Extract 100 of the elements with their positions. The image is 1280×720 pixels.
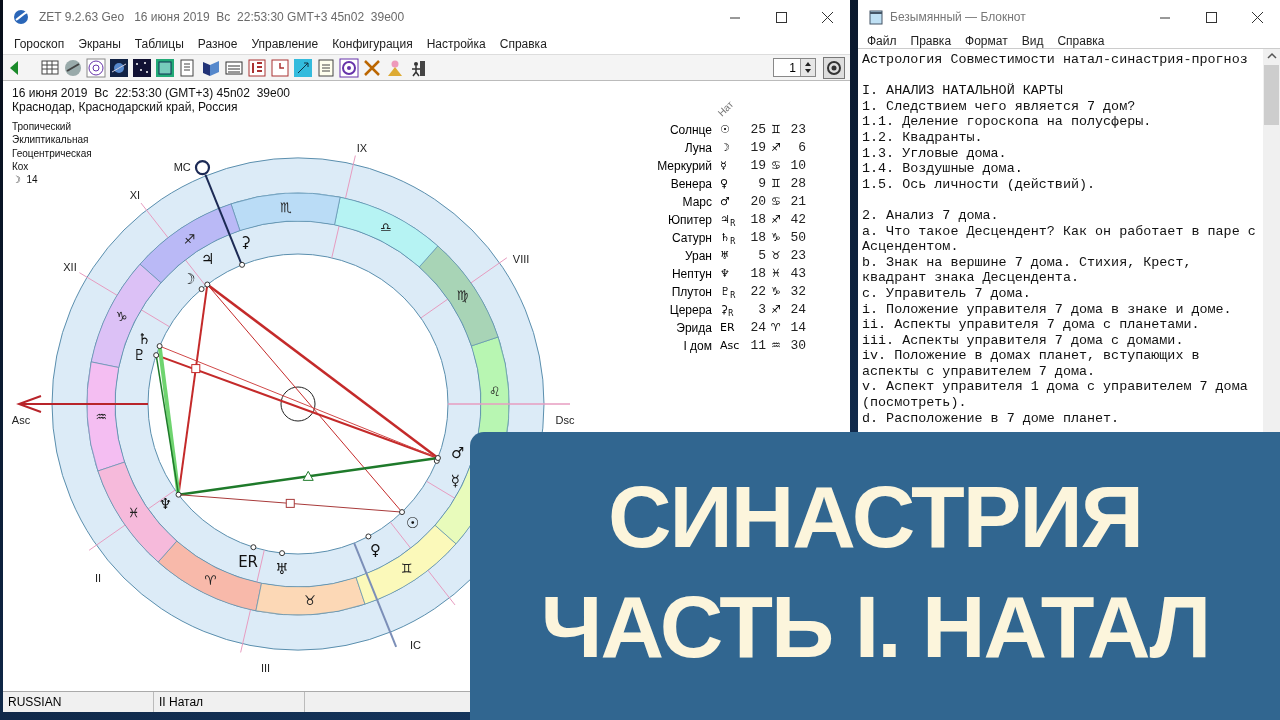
square-aspect-icon	[191, 364, 201, 374]
tools-icon[interactable]	[362, 57, 382, 78]
menu-item[interactable]: Экраны	[71, 37, 128, 51]
minutes-text: 24	[789, 302, 806, 318]
close-icon[interactable]	[819, 9, 835, 25]
text-line: d. Расположение в 7 доме планет.	[862, 410, 1121, 427]
house-label: VIII	[512, 253, 530, 266]
house-label: IX	[356, 141, 368, 154]
calendar-icon[interactable]	[247, 57, 267, 78]
minutes-text: 50	[789, 230, 806, 246]
zodiac-sign: ♍	[456, 287, 469, 303]
degrees-text: 25	[749, 122, 766, 138]
map-icon[interactable]	[155, 57, 175, 78]
planet-name: Венера	[669, 176, 713, 192]
text-line: b. Знак на вершине 7 дома. Стихия, Крест,	[862, 254, 1193, 271]
text-line: 1.5. Ось личности (действий).	[862, 176, 1097, 193]
menu-item[interactable]: Гороскоп	[7, 37, 72, 51]
house-label: II	[94, 571, 102, 584]
house-label: XII	[63, 261, 77, 273]
text-line: квадрант знака Десцендента.	[862, 270, 1080, 286]
house-label: MC	[173, 160, 191, 173]
menu-item[interactable]: Конфигурация	[325, 37, 420, 51]
minutes-text: 23	[789, 248, 806, 264]
sign-symbol: ♐	[770, 302, 782, 318]
back-arrow-icon[interactable]	[8, 58, 20, 77]
spinner-icon[interactable]	[800, 59, 815, 76]
planet-symbol: ☽	[719, 140, 731, 156]
minutes-text: 14	[789, 320, 806, 336]
menu-item[interactable]: Настройка	[419, 37, 493, 51]
menu-item[interactable]: Файл	[867, 34, 897, 48]
degrees-text: 9	[757, 176, 766, 192]
maximize-icon[interactable]	[1203, 9, 1219, 25]
planet-symbol: ♀	[369, 540, 381, 559]
zodiac-sign: ♊	[400, 560, 413, 576]
degrees-text: 22	[749, 284, 766, 300]
clock-icon[interactable]	[270, 57, 290, 78]
text-line: 1.4. Воздушные дома.	[862, 161, 1024, 177]
date-text: 16 июня 2019 Вс 22:53:30 (GMT+3) 45n02 39e00	[12, 86, 290, 100]
menu-item[interactable]: Таблицы	[127, 37, 191, 51]
degrees-text: 18	[749, 266, 766, 282]
sign-symbol: ♊	[770, 122, 782, 138]
planet-point	[365, 533, 372, 540]
table-icon[interactable]	[40, 57, 60, 78]
resize-icon[interactable]	[293, 57, 313, 78]
planet-point	[239, 261, 246, 268]
sign-symbol: ♐	[770, 140, 782, 156]
house-label: IC	[410, 638, 421, 651]
window-title: Безымянный — Блокнот	[890, 10, 1027, 24]
planet-point	[153, 352, 160, 359]
text-line: ii. Аспекты управителя 7 дома с планетами.	[862, 317, 1201, 333]
window-title: ZET 9.2.63 Geo 16 июня 2019 Вс 22:53:30 GMT+3 45n02 39e00	[39, 10, 406, 24]
count-field[interactable]: 1	[773, 58, 816, 77]
text-line: аспекты с управителем 7 дома.	[862, 363, 1097, 380]
scrollbar-thumb[interactable]	[1264, 65, 1279, 125]
planet-symbol: ☿	[450, 471, 460, 490]
planet-symbol: ♇	[132, 346, 146, 365]
minutes-text: 30	[789, 338, 806, 354]
text-line: v. Аспект управителя 1 дома с управителем 7 дома	[862, 379, 1249, 396]
text-line: iii. Аспекты управителя 7 дома с домами.	[862, 332, 1185, 349]
menu-item[interactable]: Правка	[910, 34, 952, 48]
zodiac-sign: ♏	[280, 199, 292, 215]
ring-icon[interactable]	[339, 57, 359, 78]
menu-item[interactable]: Справка	[1057, 34, 1105, 48]
scrollbar[interactable]	[1263, 49, 1280, 432]
text-line: 1.3. Угловые дома.	[862, 145, 1008, 162]
wheel-icon[interactable]	[86, 57, 106, 78]
zodiac-sign: ♓	[127, 505, 140, 521]
planet-symbol: ⚳$_{R}$	[719, 302, 735, 318]
close-icon[interactable]	[1249, 9, 1265, 25]
planet-symbol: ☽	[182, 269, 196, 288]
planet-name: Юпитер	[666, 212, 713, 228]
planet-symbol: ♅	[275, 560, 289, 579]
degrees-text: 24	[749, 320, 766, 336]
minutes-text: 32	[789, 284, 806, 300]
minutes-text: 42	[789, 212, 806, 228]
degrees-text: 19	[749, 158, 766, 174]
planet-name: Сатурн	[671, 230, 713, 246]
globe-icon[interactable]	[63, 57, 83, 78]
text-line: 1. Следствием чего является 7 дом?	[862, 98, 1137, 115]
star-map-icon[interactable]	[132, 57, 152, 78]
menu-item[interactable]: Управление	[244, 37, 326, 51]
planet-symbol: ER	[719, 320, 736, 336]
sign-symbol: ♋	[770, 194, 782, 210]
planet-symbol: ☉	[405, 513, 420, 532]
house-label: Asc	[11, 414, 31, 426]
sign-symbol: ♑	[770, 230, 782, 246]
menu-item[interactable]: Разное	[190, 37, 245, 51]
planet-icon[interactable]	[109, 57, 129, 78]
menu-item[interactable]: Формат	[965, 34, 1008, 48]
house-label: XI	[129, 189, 141, 202]
planet-symbol: ♀	[719, 176, 730, 192]
planet-symbol: ♇$_{R}$	[719, 284, 737, 300]
zodiac-sign: ♒	[95, 408, 108, 424]
setting-text: ☽ 14	[12, 173, 38, 187]
planet-symbol: ♄$_{R}$	[719, 230, 737, 246]
menu-item[interactable]: Вид	[1021, 34, 1044, 48]
text-line: I. АНАЛИЗ НАТАЛЬНОЙ КАРТЫ	[862, 83, 1064, 99]
setting-text: Эклиптикальная	[12, 133, 89, 147]
menu-item[interactable]: Справка	[492, 37, 554, 51]
maximize-icon[interactable]	[773, 9, 789, 25]
